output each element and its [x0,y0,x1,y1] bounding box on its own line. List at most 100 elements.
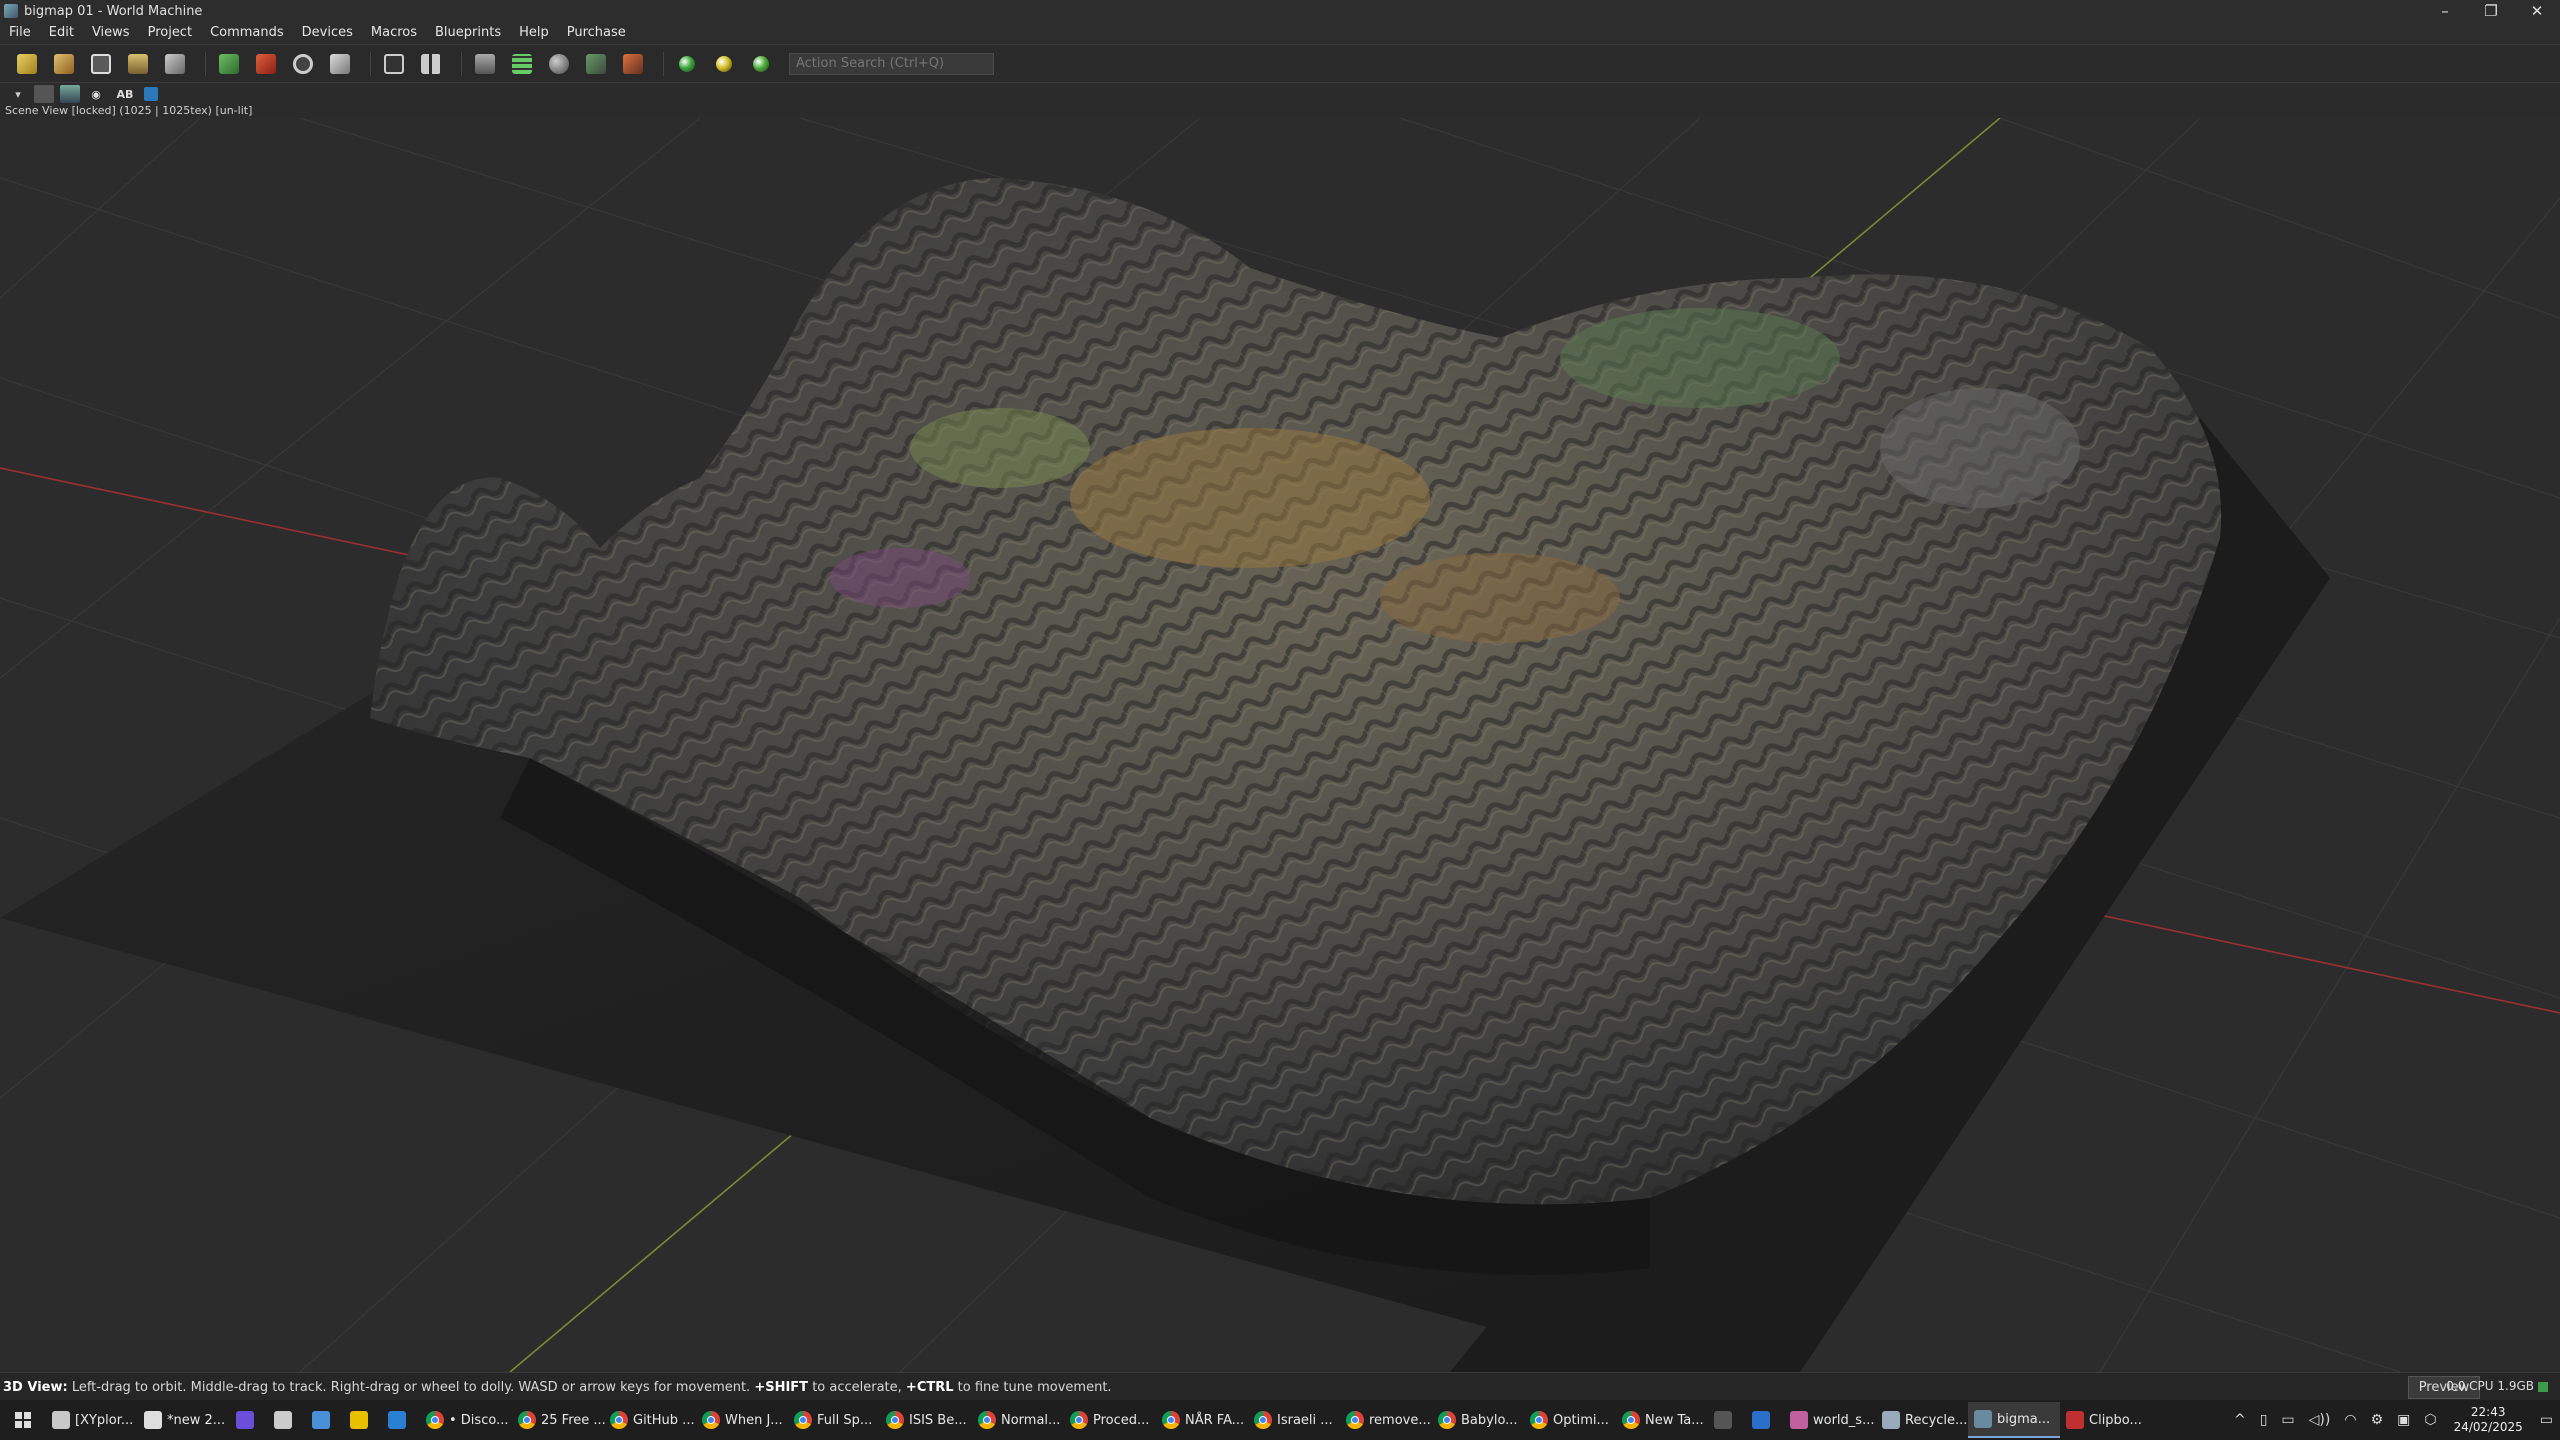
build-status-green[interactable] [672,49,702,79]
taskbar-item[interactable]: bigma... [1968,1402,2060,1438]
taskbar-item[interactable]: ISIS Be... [880,1402,972,1438]
texture-icon[interactable] [60,85,80,103]
taskbar-item[interactable]: Full Sp... [788,1402,880,1438]
eye-icon[interactable]: ◉ [86,85,106,103]
taskbar-item[interactable]: [XYplor... [46,1402,138,1438]
chrome-icon [610,1411,628,1429]
action-search-input[interactable] [789,52,994,75]
taskbar-item[interactable]: world_s... [1784,1402,1876,1438]
notification-icon[interactable]: ▭ [2540,1412,2553,1428]
target-button[interactable] [288,49,318,79]
taskbar-item[interactable] [344,1402,382,1438]
3d-viewport[interactable] [0,118,2560,1372]
report-button[interactable] [251,49,281,79]
toolbar-separator [461,51,462,76]
menu-help[interactable]: Help [510,22,558,44]
green-status-icon [679,55,695,72]
output-button[interactable] [470,49,500,79]
taskbar-item[interactable] [382,1402,420,1438]
taskbar-item[interactable]: remove... [1340,1402,1432,1438]
app-icon [274,1411,292,1429]
toolbar-separator [663,51,664,76]
menu-blueprints[interactable]: Blueprints [426,22,510,44]
paint-button[interactable] [618,49,648,79]
tray-icon[interactable]: ◠ [2344,1412,2356,1428]
close-button[interactable]: ✕ [2514,0,2560,22]
cpu-indicator-icon [2538,1381,2548,1392]
taskbar-item[interactable] [1746,1402,1784,1438]
graph-button[interactable] [214,49,244,79]
tray-icon[interactable]: ▭ [2281,1412,2294,1428]
taskbar-item[interactable]: Clipbo... [2060,1402,2152,1438]
hint-prefix: 3D View: [3,1379,68,1395]
build-status-yellow[interactable] [709,49,739,79]
save-button[interactable] [123,49,153,79]
taskbar-item[interactable]: Recycle... [1876,1402,1968,1438]
build-status-globe[interactable] [746,49,776,79]
chrome-icon [978,1411,996,1429]
lock-view-icon[interactable] [144,87,158,101]
tray-icon[interactable]: ⚙ [2371,1412,2384,1428]
grid-icon [512,53,532,74]
taskbar-item[interactable]: NÅR FA... [1156,1402,1248,1438]
taskbar-item-label: Optimi... [1553,1412,1609,1428]
taskbar-item[interactable]: • Disco... [420,1402,512,1438]
menu-edit[interactable]: Edit [40,22,83,44]
taskbar-item[interactable]: Israeli ... [1248,1402,1340,1438]
chrome-icon [1070,1411,1088,1429]
taskbar-item[interactable]: Babylo... [1432,1402,1524,1438]
taskbar-item[interactable]: New Ta... [1616,1402,1708,1438]
grid-button[interactable] [507,49,537,79]
render-icon[interactable] [34,85,54,103]
taskbar-item[interactable] [1708,1402,1746,1438]
chrome-icon [1530,1411,1548,1429]
save-icon [128,53,148,74]
layout-button[interactable] [416,49,446,79]
menu-project[interactable]: Project [139,22,201,44]
menu-devices[interactable]: Devices [293,22,362,44]
cut-button[interactable] [160,49,190,79]
cpu-memory-readout: 0.0 CPU 1.9GB [2446,1379,2548,1393]
taskbar-item[interactable]: When J... [696,1402,788,1438]
sphere-button[interactable] [544,49,574,79]
build-icon [330,53,350,74]
terrain-scene[interactable] [0,118,2560,1372]
tray-icon[interactable]: ^ [2234,1412,2246,1428]
start-button[interactable] [0,1400,46,1440]
taskbar-item[interactable]: 25 Free ... [512,1402,606,1438]
open-project-button[interactable] [49,49,79,79]
help-button[interactable] [86,49,116,79]
view-button[interactable] [581,49,611,79]
report-icon [256,53,276,74]
menu-views[interactable]: Views [83,22,139,44]
yellow-status-icon [716,55,732,72]
taskbar-item[interactable]: *new 2... [138,1402,230,1438]
taskbar-item[interactable]: GitHub ... [604,1402,696,1438]
minimize-button[interactable]: – [2422,0,2468,22]
taskbar-item[interactable] [306,1402,344,1438]
taskbar-item[interactable] [268,1402,306,1438]
taskbar-item[interactable] [230,1402,268,1438]
help-icon [91,53,111,74]
system-clock[interactable]: 22:43 24/02/2025 [2454,1405,2523,1435]
tray-icon[interactable]: ▣ [2397,1412,2410,1428]
view-icon [586,53,606,74]
taskbar-item[interactable]: Proced... [1064,1402,1156,1438]
taskbar-item[interactable]: Normal... [972,1402,1064,1438]
menu-macros[interactable]: Macros [362,22,426,44]
restore-button[interactable]: ❐ [2468,0,2514,22]
new-project-button[interactable] [12,49,42,79]
tray-icon[interactable]: ◁)) [2309,1412,2331,1428]
sphere-icon [549,53,569,74]
ab-compare-button[interactable]: AB [112,85,138,103]
taskbar-item[interactable]: Optimi... [1524,1402,1616,1438]
menu-purchase[interactable]: Purchase [558,22,635,44]
tray-icon[interactable]: ▯ [2260,1412,2268,1428]
menu-file[interactable]: File [0,22,40,44]
tray-icon[interactable]: ⬡ [2424,1412,2436,1428]
system-tray: ^ ▯ ▭ ◁)) ◠ ⚙ ▣ ⬡ 22:43 24/02/2025 ▭ [2227,1400,2560,1440]
panel-button[interactable] [379,49,409,79]
build-button[interactable] [325,49,355,79]
menu-commands[interactable]: Commands [201,22,293,44]
camera-icon[interactable]: ▾ [8,85,28,103]
